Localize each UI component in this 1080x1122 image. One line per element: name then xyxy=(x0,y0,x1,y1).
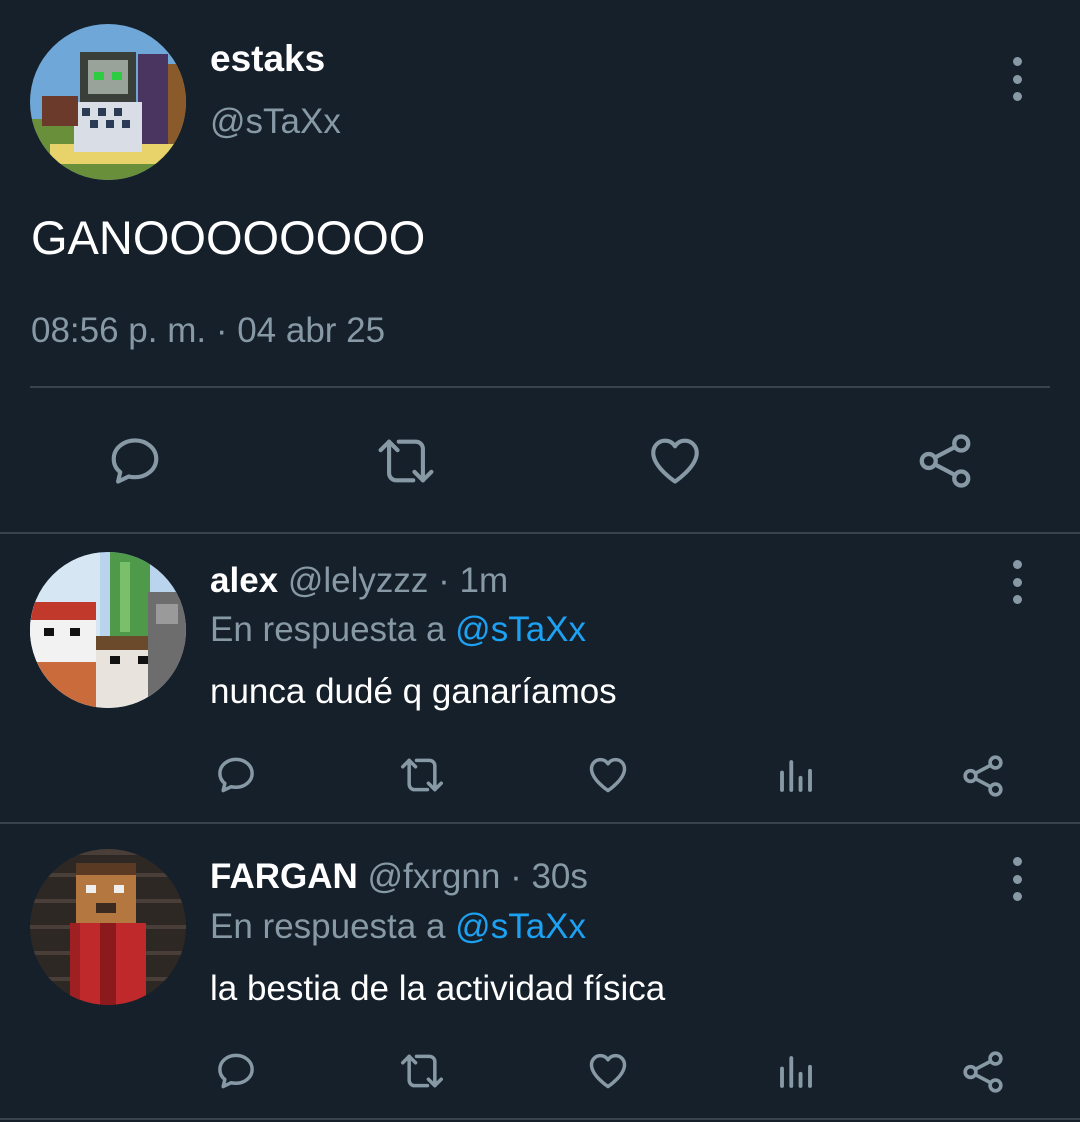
reply-context: En respuesta a @sTaXx xyxy=(210,907,586,947)
time-ago[interactable]: · 30s xyxy=(510,857,588,896)
more-options-icon[interactable] xyxy=(1009,857,1025,901)
reply-icon[interactable] xyxy=(214,1049,258,1093)
analytics-icon[interactable] xyxy=(775,755,817,797)
share-icon[interactable] xyxy=(960,1049,1006,1095)
mention-link[interactable]: @sTaXx xyxy=(455,907,586,946)
like-icon[interactable] xyxy=(645,432,705,490)
tweet-text: GANOOOOOOOO xyxy=(31,211,426,264)
more-options-icon[interactable] xyxy=(1009,57,1025,101)
display-name[interactable]: FARGAN xyxy=(210,857,358,896)
handle[interactable]: @fxrgnn xyxy=(368,857,501,896)
display-name[interactable]: estaks xyxy=(210,38,325,80)
display-name[interactable]: alex xyxy=(210,561,278,600)
avatar[interactable] xyxy=(30,849,186,1005)
avatar[interactable] xyxy=(30,24,186,180)
divider xyxy=(0,822,1080,824)
timestamp[interactable]: 08:56 p. m. · 04 abr 25 xyxy=(31,311,385,351)
reply-icon[interactable] xyxy=(106,432,164,490)
divider xyxy=(30,386,1050,388)
retweet-icon[interactable] xyxy=(371,432,441,490)
analytics-icon[interactable] xyxy=(775,1051,817,1093)
reply-context: En respuesta a @sTaXx xyxy=(210,610,586,650)
reply-prefix: En respuesta a xyxy=(210,610,446,649)
tweet-text: la bestia de la actividad física xyxy=(210,969,666,1008)
retweet-icon[interactable] xyxy=(396,1049,448,1093)
divider xyxy=(0,1118,1080,1120)
like-icon[interactable] xyxy=(585,753,631,797)
tweet-text: nunca dudé q ganaríamos xyxy=(210,672,617,711)
share-icon[interactable] xyxy=(915,431,975,491)
avatar[interactable] xyxy=(30,552,186,708)
retweet-icon[interactable] xyxy=(396,753,448,797)
handle[interactable]: @sTaXx xyxy=(210,102,341,142)
mention-link[interactable]: @sTaXx xyxy=(455,610,586,649)
reply-header: alex @lelyzzz · 1m xyxy=(210,561,508,601)
more-options-icon[interactable] xyxy=(1009,560,1025,604)
time-ago[interactable]: · 1m xyxy=(438,561,508,600)
divider xyxy=(0,532,1080,534)
reply-header: FARGAN @fxrgnn · 30s xyxy=(210,857,588,897)
like-icon[interactable] xyxy=(585,1049,631,1093)
reply-icon[interactable] xyxy=(214,753,258,797)
share-icon[interactable] xyxy=(960,753,1006,799)
reply-prefix: En respuesta a xyxy=(210,907,446,946)
handle[interactable]: @lelyzzz xyxy=(288,561,429,600)
